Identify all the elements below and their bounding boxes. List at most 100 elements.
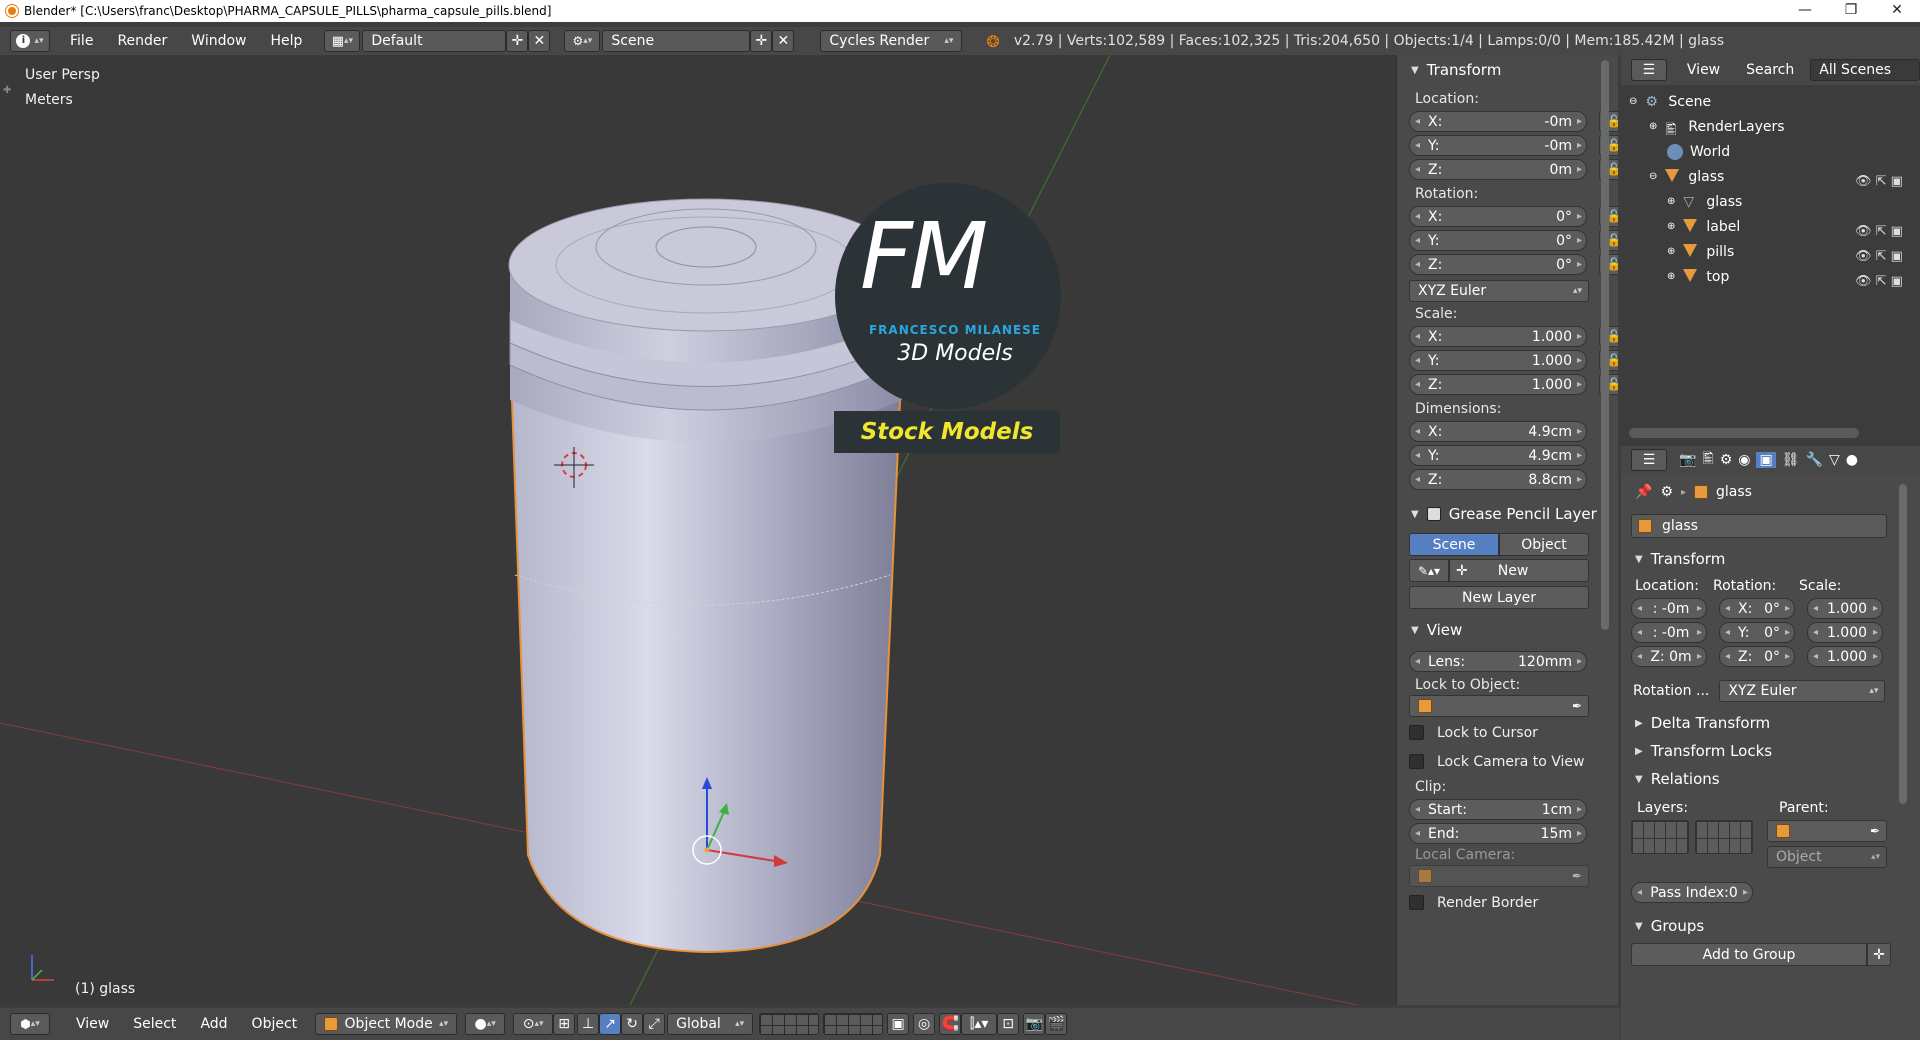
dimension-z-field[interactable]: Z: 8.8cm	[1409, 469, 1587, 490]
lock-to-object-field[interactable]: ✒	[1409, 695, 1589, 717]
visibility-eye-icon[interactable]: 👁 ⇱ ▣	[1855, 244, 1903, 269]
scale-manipulator-icon[interactable]: ⤢	[643, 1013, 666, 1035]
menu-help[interactable]: Help	[258, 33, 314, 49]
data-tab-icon[interactable]: ▽	[1829, 452, 1840, 468]
remove-scene-icon[interactable]: ✕	[772, 30, 795, 52]
object-rotation-z[interactable]: Z: 0°	[1719, 646, 1795, 667]
eyedropper-icon[interactable]: ✒	[1572, 869, 1582, 883]
layers-grid-a[interactable]	[1631, 820, 1689, 854]
screen-layout-icon[interactable]: ▦ ▴▾	[324, 30, 361, 52]
new-grease-pencil-button[interactable]: ✛ New	[1449, 559, 1589, 582]
collapse-icon[interactable]: ⊖	[1629, 96, 1637, 107]
close-button[interactable]: ✕	[1874, 0, 1920, 22]
scene-layers-grid-a[interactable]	[759, 1013, 820, 1035]
proportional-editing-icon[interactable]: ◎	[913, 1013, 936, 1035]
menu-object[interactable]: Object	[240, 1016, 310, 1032]
material-tab-icon[interactable]: ●	[1846, 452, 1858, 468]
expand-icon[interactable]: ⊕	[1667, 271, 1675, 282]
modifiers-tab-icon[interactable]: 🔧	[1806, 452, 1823, 468]
scale-z-field[interactable]: Z: 1.000	[1409, 374, 1587, 395]
scene-tab-icon[interactable]: ⚙	[1720, 452, 1733, 468]
lock-to-cursor-checkbox[interactable]	[1409, 725, 1424, 740]
outliner-search-menu[interactable]: Search	[1746, 62, 1794, 78]
menu-file[interactable]: File	[58, 33, 105, 49]
lock-camera-checkbox[interactable]	[1409, 754, 1424, 769]
manipulator-toggle-icon[interactable]: ⊞	[553, 1013, 576, 1035]
minimize-button[interactable]: —	[1782, 0, 1828, 22]
clip-start-field[interactable]: Start: 1cm	[1409, 799, 1587, 820]
lock-camera-row[interactable]: Lock Camera to View	[1397, 746, 1618, 777]
3d-viewport[interactable]: User Persp Meters ✚ FM FRANCESCO MILANES…	[0, 55, 1396, 1005]
rotation-x-field[interactable]: X: 0°	[1409, 206, 1587, 227]
eyedropper-icon[interactable]: ✒	[1870, 824, 1880, 838]
outliner-display-mode-dropdown[interactable]: All Scenes	[1810, 59, 1920, 81]
menu-add[interactable]: Add	[188, 1016, 239, 1032]
local-camera-field[interactable]: ✒	[1409, 865, 1589, 887]
outliner-item-glass-mesh[interactable]: ⊕ ▽ glass	[1667, 189, 1742, 214]
new-layer-button[interactable]: New Layer	[1409, 586, 1589, 609]
scale-x-field[interactable]: X: 1.000	[1409, 326, 1587, 347]
editor-type-info-button[interactable]: i ▴▾	[10, 30, 50, 52]
delta-transform-panel-header[interactable]: ▶ Delta Transform	[1621, 710, 1920, 736]
pass-index-field[interactable]: Pass Index:0	[1631, 882, 1753, 903]
properties-editor-type-icon[interactable]: ☰	[1631, 449, 1667, 471]
outliner-scrollbar[interactable]	[1629, 428, 1859, 438]
object-rotation-y[interactable]: Y: 0°	[1719, 622, 1795, 643]
world-tab-icon[interactable]: ◉	[1738, 452, 1750, 468]
tab-scene[interactable]: Scene	[1409, 533, 1499, 556]
snap-element-dropdown[interactable]: ⫿▴▾	[961, 1013, 998, 1035]
menu-view[interactable]: View	[64, 1016, 121, 1032]
groups-panel-header[interactable]: ▼ Groups	[1621, 913, 1920, 939]
add-scene-icon[interactable]: ✛	[750, 30, 773, 52]
expand-icon[interactable]: ⊕	[1667, 196, 1675, 207]
outliner-view-menu[interactable]: View	[1687, 62, 1720, 78]
render-tab-icon[interactable]: 📷	[1679, 452, 1696, 468]
screen-layout-field[interactable]: Default	[362, 30, 507, 52]
grease-pencil-checkbox[interactable]	[1426, 507, 1441, 521]
object-location-y[interactable]: : -0m	[1631, 622, 1707, 643]
scene-layers-grid-b[interactable]	[823, 1013, 884, 1035]
parent-type-dropdown[interactable]: Object ▴▾	[1767, 846, 1887, 868]
snap-target-icon[interactable]: ⊡	[997, 1013, 1020, 1035]
rotation-z-field[interactable]: Z: 0°	[1409, 254, 1587, 275]
object-location-x[interactable]: : -0m	[1631, 598, 1707, 619]
outliner-item-label[interactable]: ⊕ label	[1667, 214, 1740, 239]
outliner-item-glass-object[interactable]: ⊖ glass	[1649, 164, 1724, 189]
opengl-render-icon[interactable]: 📷	[1023, 1013, 1046, 1035]
scene-selector-icon[interactable]: ⚙ ▴▾	[564, 30, 601, 52]
object-tab-icon[interactable]: ▣	[1756, 452, 1776, 468]
object-scale-y[interactable]: 1.000	[1807, 622, 1883, 643]
maximize-button[interactable]: ❐	[1828, 0, 1874, 22]
object-rotation-x[interactable]: X: 0°	[1719, 598, 1795, 619]
transform-locks-panel-header[interactable]: ▶ Transform Locks	[1621, 738, 1920, 764]
grease-pencil-panel-header[interactable]: ▼ Grease Pencil Layer	[1397, 501, 1618, 527]
outliner-editor-type-icon[interactable]: ☰	[1631, 59, 1667, 81]
3d-view-editor-type-icon[interactable]: ⬢ ▴▾	[10, 1013, 50, 1035]
render-engine-dropdown[interactable]: Cycles Render ▴▾	[820, 30, 963, 52]
pencil-icon[interactable]: ✎▴▾	[1409, 559, 1449, 582]
outliner-item-renderlayers[interactable]: ⊕ 🖺 RenderLayers	[1649, 114, 1785, 139]
dimension-y-field[interactable]: Y: 4.9cm	[1409, 445, 1587, 466]
transform-orientation-dropdown[interactable]: Global ▴▾	[667, 1013, 754, 1035]
tab-object[interactable]: Object	[1499, 533, 1589, 556]
expand-icon[interactable]: ⊕	[1649, 121, 1657, 132]
manipulator-icon[interactable]: ⊥	[577, 1013, 600, 1035]
lock-to-cursor-row[interactable]: Lock to Cursor	[1397, 717, 1618, 748]
renderlayers-tab-icon[interactable]: 🖺	[1702, 448, 1713, 472]
layers-grid-b[interactable]	[1695, 820, 1753, 854]
collapse-icon[interactable]: ⊖	[1649, 171, 1657, 182]
menu-render[interactable]: Render	[105, 33, 179, 49]
menu-window[interactable]: Window	[179, 33, 258, 49]
transform-panel-header[interactable]: ▼ Transform	[1397, 57, 1618, 83]
object-scale-x[interactable]: 1.000	[1807, 598, 1883, 619]
render-border-checkbox[interactable]	[1409, 895, 1424, 910]
interaction-mode-dropdown[interactable]: Object Mode ▴▾	[315, 1013, 458, 1035]
pivot-point-dropdown[interactable]: ⊙ ▴▾	[513, 1013, 554, 1035]
render-border-row[interactable]: Render Border	[1397, 887, 1618, 918]
location-x-field[interactable]: X: -0m	[1409, 111, 1587, 132]
opengl-render-animation-icon[interactable]: 🎬	[1045, 1013, 1068, 1035]
remove-screen-icon[interactable]: ✕	[528, 30, 551, 52]
translate-manipulator-icon[interactable]: ↗	[599, 1013, 622, 1035]
object-scale-z[interactable]: 1.000	[1807, 646, 1883, 667]
clip-end-field[interactable]: End: 15m	[1409, 823, 1587, 844]
